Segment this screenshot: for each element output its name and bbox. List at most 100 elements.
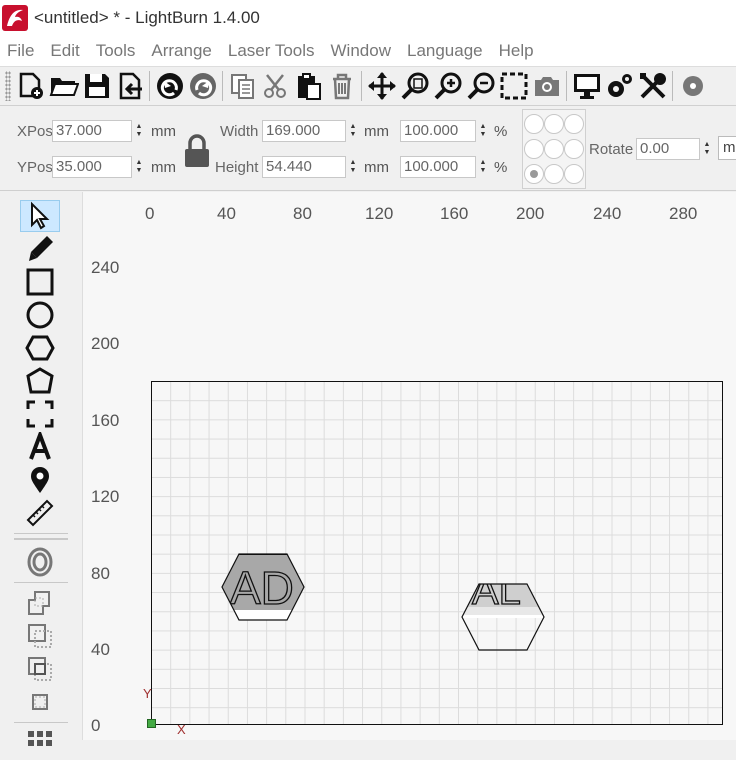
redo-icon xyxy=(189,73,216,99)
ellipse-icon xyxy=(26,301,54,329)
width-input[interactable]: 169.000 xyxy=(262,120,346,142)
ruler-y-tick: 160 xyxy=(91,411,120,430)
anchor-center[interactable] xyxy=(544,139,564,159)
more-button[interactable] xyxy=(676,69,709,103)
monitor-icon xyxy=(573,74,600,99)
height-input[interactable]: 54.440 xyxy=(262,156,346,178)
offset-tool[interactable] xyxy=(20,546,60,578)
import-button[interactable] xyxy=(113,69,146,103)
menu-language[interactable]: Language xyxy=(399,41,491,61)
zoom-selection-button[interactable] xyxy=(398,69,431,103)
zoom-out-button[interactable] xyxy=(464,69,497,103)
zoom-in-button[interactable] xyxy=(431,69,464,103)
scale-height-spin-arrows[interactable]: ▲ ▼ xyxy=(476,156,490,178)
text-tool[interactable] xyxy=(20,431,60,463)
anchor-top-center[interactable] xyxy=(544,114,564,134)
menu-edit[interactable]: Edit xyxy=(42,41,87,61)
grid-array-tool[interactable] xyxy=(20,727,60,759)
scale-height-input[interactable]: 100.000 xyxy=(400,156,476,178)
boolean-union-tool[interactable] xyxy=(20,587,60,619)
position-icon xyxy=(26,400,54,428)
weld-tool[interactable] xyxy=(20,686,60,718)
palette-separator xyxy=(14,538,68,540)
ruler-x-tick: 40 xyxy=(217,204,236,223)
paste-button[interactable] xyxy=(292,69,325,103)
camera-button[interactable] xyxy=(530,69,563,103)
cut-button[interactable] xyxy=(259,69,292,103)
height-spin-arrows[interactable]: ▲ ▼ xyxy=(346,156,360,178)
xpos-input[interactable]: 37.000 xyxy=(52,120,132,142)
undo-button[interactable] xyxy=(153,69,186,103)
height-label: Height xyxy=(215,159,259,176)
width-unit: mm xyxy=(364,123,389,140)
boolean-subtract-tool[interactable] xyxy=(20,620,60,652)
rectangle-tool[interactable] xyxy=(20,266,60,298)
xpos-unit: mm xyxy=(151,123,176,140)
paste-icon xyxy=(297,73,321,100)
width-spin-arrows[interactable]: ▲ ▼ xyxy=(346,120,360,142)
tools-button[interactable] xyxy=(636,69,669,103)
scale-height-percent: % xyxy=(494,159,508,176)
menu-tools[interactable]: Tools xyxy=(88,41,144,61)
anchor-middle-right[interactable] xyxy=(564,139,584,159)
ypos-input[interactable]: 35.000 xyxy=(52,156,132,178)
text-icon xyxy=(29,432,51,460)
place-marker-tool[interactable] xyxy=(20,464,60,496)
ellipse-tool[interactable] xyxy=(20,299,60,331)
toolbar-separator xyxy=(361,71,362,101)
draw-lines-tool[interactable] xyxy=(20,233,60,265)
settings-icon xyxy=(607,74,632,97)
menu-file[interactable]: File xyxy=(0,41,42,61)
anchor-selector xyxy=(522,109,586,189)
menu-window[interactable]: Window xyxy=(323,41,399,61)
anchor-bottom-left[interactable] xyxy=(524,164,544,184)
open-button[interactable] xyxy=(47,69,80,103)
redo-button[interactable] xyxy=(186,69,219,103)
anchor-bottom-right[interactable] xyxy=(564,164,584,184)
settings-button[interactable] xyxy=(603,69,636,103)
delete-button[interactable] xyxy=(325,69,358,103)
toolbar-grip[interactable] xyxy=(5,71,11,101)
shape-text-al: AL xyxy=(472,582,521,613)
frame-button[interactable] xyxy=(497,69,530,103)
lightburn-logo-icon xyxy=(2,5,28,31)
scale-width-spin-arrows[interactable]: ▲ ▼ xyxy=(476,120,490,142)
anchor-middle-left[interactable] xyxy=(524,139,544,159)
rectangle-icon xyxy=(26,268,54,296)
rotate-input[interactable]: 0.00 xyxy=(636,138,700,160)
menu-arrange[interactable]: Arrange xyxy=(143,41,219,61)
hexagon-shape-al[interactable]: AL xyxy=(460,582,546,652)
xpos-spin-arrows[interactable]: ▲ ▼ xyxy=(132,120,146,142)
select-tool[interactable] xyxy=(20,200,60,232)
frame-icon xyxy=(500,72,527,100)
new-file-button[interactable] xyxy=(14,69,47,103)
ruler-x-tick: 160 xyxy=(440,204,469,223)
anchor-top-left[interactable] xyxy=(524,114,544,134)
cut-icon xyxy=(263,74,286,98)
boolean-intersect-tool[interactable] xyxy=(20,653,60,685)
hexagon-shape-ad[interactable]: AD xyxy=(220,552,306,622)
menu-laser-tools[interactable]: Laser Tools xyxy=(220,41,323,61)
menu-bar: File Edit Tools Arrange Laser Tools Wind… xyxy=(0,36,736,66)
move-button[interactable] xyxy=(365,69,398,103)
measure-tool[interactable] xyxy=(20,497,60,529)
lock-aspect-icon[interactable] xyxy=(182,133,212,169)
design-canvas[interactable]: 0 40 80 120 160 200 240 280 240 200 160 … xyxy=(82,192,736,740)
position-laser-tool[interactable] xyxy=(20,398,60,430)
anchor-bottom-center[interactable] xyxy=(544,164,564,184)
save-button[interactable] xyxy=(80,69,113,103)
toolbar-separator xyxy=(222,71,223,101)
anchor-top-right[interactable] xyxy=(564,114,584,134)
edit-nodes-tool[interactable] xyxy=(20,365,60,397)
polygon-tool[interactable] xyxy=(20,332,60,364)
ypos-label: YPos xyxy=(17,159,53,176)
monitor-button[interactable] xyxy=(570,69,603,103)
height-unit: mm xyxy=(364,159,389,176)
rotate-spin-arrows[interactable]: ▲ ▼ xyxy=(700,138,714,160)
ypos-spin-arrows[interactable]: ▲ ▼ xyxy=(132,156,146,178)
menu-help[interactable]: Help xyxy=(491,41,542,61)
rotate-unit-select[interactable]: m xyxy=(718,136,736,160)
scale-width-input[interactable]: 100.000 xyxy=(400,120,476,142)
move-icon xyxy=(367,72,396,100)
copy-button[interactable] xyxy=(226,69,259,103)
